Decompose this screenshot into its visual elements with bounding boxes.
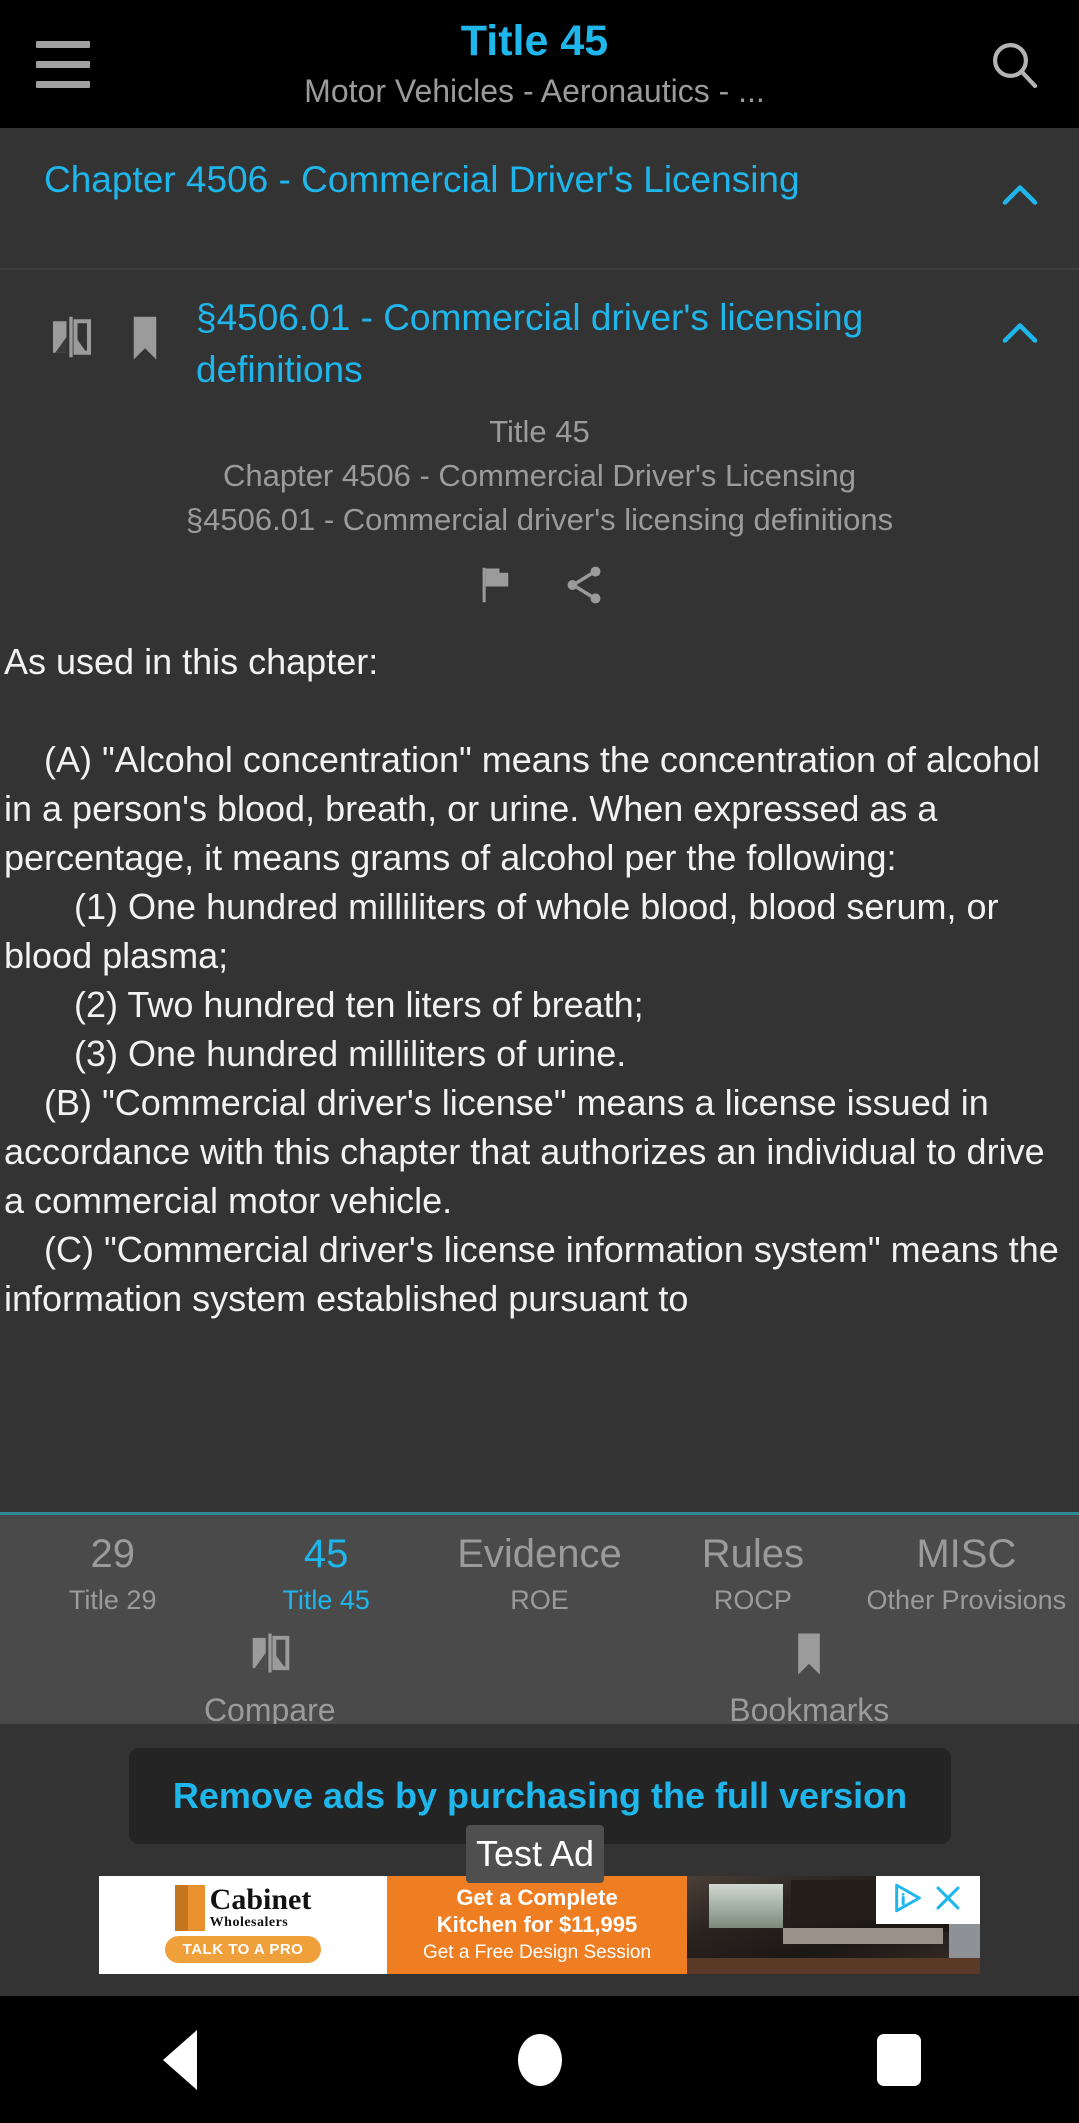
tool-list: Compare Bookmarks: [0, 1619, 1079, 1732]
page-subtitle: Motor Vehicles - Aeronautics - ...: [304, 73, 765, 109]
home-circle-icon: [517, 2033, 562, 2086]
nav-recents-button[interactable]: [719, 2033, 1079, 2086]
tool-compare[interactable]: Compare: [0, 1627, 540, 1732]
tab-bottom-label: Title 29: [68, 1585, 157, 1615]
tab-rules[interactable]: Rules ROCP: [646, 1529, 859, 1619]
ad-cta-button[interactable]: TALK TO A PRO: [164, 1936, 322, 1963]
app-bar: Title 45 Motor Vehicles - Aeronautics - …: [0, 0, 1079, 128]
ad-offer-panel: Get a Complete Kitchen for $11,995 Get a…: [387, 1876, 687, 1974]
tool-bookmarks[interactable]: Bookmarks: [540, 1627, 1079, 1732]
tab-bottom-label: Title 45: [282, 1585, 370, 1615]
ad-photo: [687, 1876, 980, 1974]
remove-ads-label: Remove ads by purchasing the full versio…: [172, 1775, 908, 1816]
ad-photo-window: [709, 1884, 783, 1928]
bookmark-icon: [783, 1627, 835, 1684]
breadcrumb-title: Title 45: [489, 414, 590, 449]
tab-top-label: Evidence: [457, 1532, 622, 1576]
ad-photo-island: [783, 1928, 943, 1944]
tab-top-label: 29: [90, 1532, 135, 1576]
content-scroll-area[interactable]: Chapter 4506 - Commercial Driver's Licen…: [0, 128, 1079, 1515]
adchoices-icon[interactable]: [891, 1881, 925, 1920]
page-title: Title 45: [460, 17, 609, 65]
hamburger-bar: [36, 80, 90, 88]
search-icon[interactable]: [949, 0, 1079, 128]
app-bar-titles: Title 45 Motor Vehicles - Aeronautics - …: [120, 16, 949, 112]
compare-icon[interactable]: [34, 292, 108, 364]
tab-top-label: 45: [303, 1532, 349, 1576]
section-action-icons: [0, 542, 1079, 623]
ad-brand-sub: Wholesalers: [209, 1915, 289, 1930]
ad-banner[interactable]: Cabinet Wholesalers TALK TO A PRO Get a …: [99, 1876, 980, 1974]
nav-home-button[interactable]: [360, 2033, 720, 2086]
section-title[interactable]: §4506.01 - Commercial driver's licensing…: [182, 292, 985, 396]
ad-photo-floor: [687, 1958, 980, 1974]
test-ad-badge: Test Ad: [466, 1825, 604, 1883]
tab-bottom-label: Other Provisions: [866, 1585, 1067, 1615]
tab-top-label: MISC: [916, 1532, 1017, 1576]
tab-evidence[interactable]: Evidence ROE: [433, 1529, 646, 1619]
chapter-title[interactable]: Chapter 4506 - Commercial Driver's Licen…: [44, 154, 985, 206]
compare-icon: [244, 1627, 296, 1684]
chevron-up-icon[interactable]: [985, 154, 1055, 210]
recents-square-icon: [877, 2033, 922, 2086]
tab-top-label: Rules: [701, 1532, 805, 1576]
bookmark-icon[interactable]: [108, 292, 182, 364]
back-triangle-icon: [162, 2029, 197, 2090]
ad-logo: Cabinet Wholesalers: [174, 1883, 312, 1931]
test-ad-label: Test Ad: [475, 1833, 595, 1874]
tab-list: 29 Title 29 45 Title 45 Evidence ROE Rul…: [0, 1515, 1079, 1619]
ad-logo-mark: [174, 1885, 205, 1931]
ad-offer-line2: Kitchen for $11,995: [436, 1912, 638, 1937]
section-header-row[interactable]: §4506.01 - Commercial driver's licensing…: [0, 270, 1079, 404]
section-body-text: As used in this chapter: (A) "Alcohol co…: [4, 641, 1059, 1319]
tab-bottom-label: ROE: [510, 1585, 569, 1615]
tab-bottom-label: ROCP: [713, 1585, 792, 1615]
hamburger-bar: [36, 60, 90, 68]
nav-back-button[interactable]: [0, 2029, 360, 2090]
ad-controls: [876, 1876, 980, 1924]
tab-misc[interactable]: MISC Other Provisions: [860, 1529, 1073, 1619]
hamburger-bar: [36, 40, 90, 48]
breadcrumb: Title 45 Chapter 4506 - Commercial Drive…: [0, 404, 1079, 542]
ad-offer-line1: Get a Complete: [456, 1885, 618, 1910]
android-navigation-bar: [0, 1996, 1079, 2123]
tab-title-29[interactable]: 29 Title 29: [6, 1529, 219, 1619]
bottom-tab-bar: 29 Title 29 45 Title 45 Evidence ROE Rul…: [0, 1515, 1079, 1728]
ad-brand-panel: Cabinet Wholesalers TALK TO A PRO: [99, 1876, 387, 1974]
share-icon[interactable]: [561, 562, 607, 613]
ad-brand-name: Cabinet: [209, 1883, 312, 1916]
chevron-up-icon[interactable]: [985, 292, 1055, 348]
chapter-header-row[interactable]: Chapter 4506 - Commercial Driver's Licen…: [0, 128, 1079, 268]
breadcrumb-section: §4506.01 - Commercial driver's licensing…: [185, 502, 894, 537]
ad-offer-line3: Get a Free Design Session: [422, 1942, 652, 1963]
tab-title-45[interactable]: 45 Title 45: [219, 1529, 432, 1619]
close-icon[interactable]: [931, 1881, 965, 1920]
hamburger-menu-icon[interactable]: [0, 0, 120, 128]
breadcrumb-chapter: Chapter 4506 - Commercial Driver's Licen…: [222, 458, 857, 493]
flag-icon[interactable]: [473, 562, 519, 613]
